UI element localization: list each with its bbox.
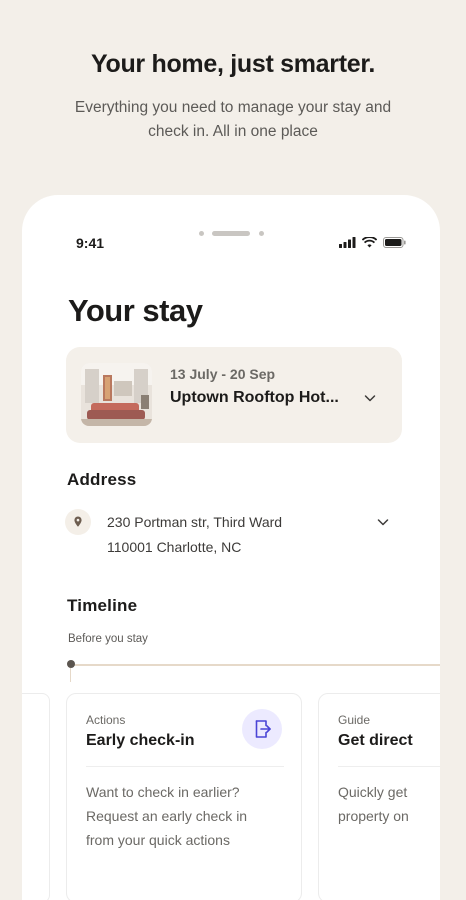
wifi-icon (362, 237, 377, 248)
hotel-name: Uptown Rooftop Hot... (170, 389, 339, 406)
address-line-2: 110001 Charlotte, NC (107, 539, 242, 555)
hero-subtitle: Everything you need to manage your stay … (60, 96, 406, 144)
card-body-line: property on (338, 808, 409, 824)
page-title: Your stay (68, 293, 203, 328)
timeline-subtitle: Before you stay (68, 633, 148, 645)
signal-icon (339, 237, 356, 248)
card-divider (86, 766, 284, 767)
card-kicker: Actions (86, 713, 126, 727)
card-body-line: Want to check in earlier? (86, 784, 240, 800)
timeline-track (70, 664, 440, 666)
hero-subtitle-line-1: Everything you need to manage your stay … (74, 99, 392, 116)
location-pin-icon (65, 509, 91, 535)
card-body-line: Quickly get (338, 784, 408, 800)
status-icons (339, 237, 406, 248)
timeline-marker (67, 660, 75, 668)
chevron-down-icon[interactable] (376, 515, 390, 529)
card-title: Get direct (338, 732, 413, 749)
chevron-down-icon[interactable] (363, 391, 377, 405)
status-time: 9:41 (76, 235, 105, 251)
card-divider (338, 766, 440, 767)
card-title: Early check-in (86, 732, 195, 749)
battery-icon (383, 237, 406, 248)
card-body: Quickly get property on (338, 780, 440, 828)
stay-selector-card[interactable]: 13 July - 20 Sep Uptown Rooftop Hot... (66, 347, 402, 443)
hotel-thumbnail (81, 363, 152, 426)
card-body: Want to check in earlier? Request an ear… (86, 780, 286, 852)
check-in-door-icon[interactable] (242, 709, 282, 749)
card-body-line: Request an early check in (86, 808, 248, 824)
card-kicker: Guide (338, 713, 371, 727)
timeline-heading: Timeline (67, 596, 138, 615)
timeline-card-directions[interactable]: Guide Get direct Quickly get property on (318, 693, 440, 900)
stay-dates: 13 July - 20 Sep (170, 366, 276, 382)
address-heading: Address (67, 470, 137, 489)
card-body-line: from your quick actions (86, 832, 230, 848)
timeline-tick (70, 668, 71, 682)
timeline-card-previous[interactable] (22, 693, 50, 900)
address-line-1: 230 Portman str, Third Ward (107, 514, 283, 530)
hero-subtitle-line-2: check in. All in one place (148, 123, 318, 140)
hero-title: Your home, just smarter. (90, 50, 376, 78)
dynamic-island (197, 231, 267, 237)
timeline-card-early-check-in[interactable]: Actions Early check-in Want to check in … (66, 693, 302, 900)
phone-frame: 9:41 Your stay 13 July - 20 Sep Uptown R… (22, 195, 440, 900)
